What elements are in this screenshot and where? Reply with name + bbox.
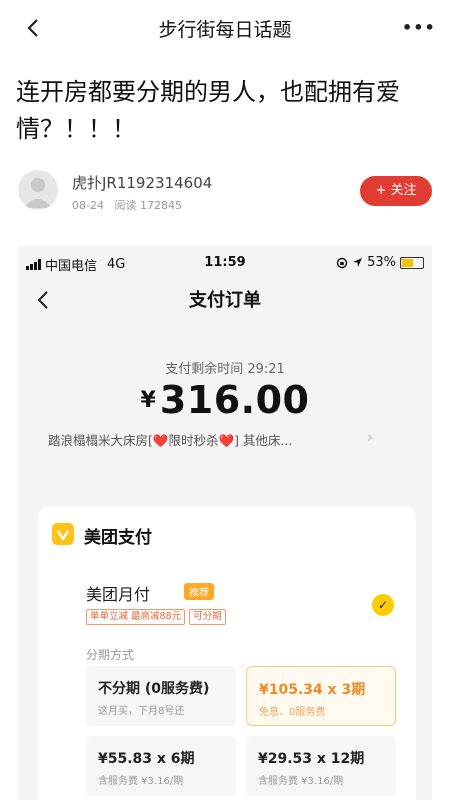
more-options-icon[interactable]: ••• [402,18,435,38]
promo-tags: 单单立减 最高减88元 可分期 [86,609,226,625]
heart-icon: ❤️ [218,433,235,448]
payment-timer: 支付剩余时间 29:21 [165,362,285,377]
follow-button[interactable]: + 关注 [360,176,432,206]
post-meta: 08-24 阅读 172845 [72,197,182,213]
installment-option-12[interactable]: ¥29.53 x 12期 含服务费 ¥3.16/期 [246,736,396,796]
recommend-badge: 推荐 [184,583,214,600]
payment-amount: ¥316.00 [18,378,432,422]
chevron-right-icon[interactable]: › [367,428,373,446]
product-summary[interactable]: 踏浪榻榻米大床房[❤️限时秒杀❤️] 其他床... [48,430,378,449]
currency-symbol: ¥ [140,388,156,413]
product-promo-text: 限时秒杀 [168,433,219,448]
option-price: ¥29.53 x 12期 [258,751,365,767]
installment-option-6[interactable]: ¥55.83 x 6期 含服务费 ¥3.16/期 [86,736,236,796]
selected-check-icon[interactable]: ✓ [372,594,394,616]
payment-method-title: 美团支付 [84,528,152,548]
option-price: 不分期 (0服务费) [98,681,210,697]
lock-rotation-icon [336,257,348,268]
option-note: 免息、0服务费 [259,707,326,718]
promo-tag-discount: 单单立减 最高减88元 [86,609,186,625]
option-note: 这月买，下月8号还 [98,706,185,717]
option-note: 含服务费 ¥3.16/期 [258,776,344,787]
read-count: 阅读 172845 [114,199,182,212]
product-name-prefix: 踏浪榻榻米大床房[ [48,433,153,448]
installment-section-label: 分期方式 [86,648,135,662]
author-name[interactable]: 虎扑JR1192314604 [72,172,212,193]
option-price: ¥105.34 x 3期 [259,682,366,698]
post-date: 08-24 [72,199,104,212]
avatar[interactable] [18,170,58,210]
promo-tag-installment: 可分期 [189,609,226,625]
meituan-pay-logo-icon [52,523,74,545]
wallet-icon [56,530,70,541]
battery-percent: 53% [367,255,396,270]
installment-option-3[interactable]: ¥105.34 x 3期 免息、0服务费 [246,666,396,726]
heart-icon: ❤️ [152,433,169,448]
payment-page-title: 支付订单 [189,290,261,311]
location-arrow-icon [353,258,363,267]
product-name-suffix: ] 其他床... [234,433,293,448]
embedded-screenshot: 中国电信 4G 11:59 53% 支付订单 支付剩余时间 29:21 ¥316… [18,246,432,800]
top-nav-bar: 步行街每日话题 ••• [0,0,450,56]
option-price: ¥55.83 x 6期 [98,751,195,767]
amount-value: 316.00 [159,378,310,422]
installment-option-none[interactable]: 不分期 (0服务费) 这月买，下月8号还 [86,666,236,726]
option-note: 含服务费 ¥3.16/期 [98,776,184,787]
phone-status-bar: 中国电信 4G 11:59 53% [18,246,432,278]
battery-icon [400,256,424,269]
post-title: 连开房都要分期的男人，也配拥有爱情？！！！ [16,78,400,143]
monthly-pay-option[interactable]: 美团月付 [86,581,150,605]
user-avatar-icon [24,178,52,208]
battery-level [402,258,413,267]
topic-title: 步行街每日话题 [158,19,292,41]
payment-method-card: 美团支付 美团月付 推荐 单单立减 最高减88元 可分期 ✓ 分期方式 不分期 … [38,506,416,800]
payment-nav: 支付订单 [18,278,432,324]
